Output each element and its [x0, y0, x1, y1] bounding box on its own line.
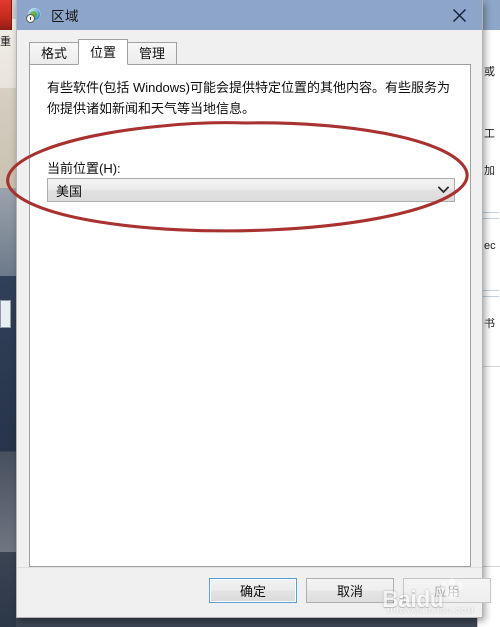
- location-description: 有些软件(包括 Windows)可能会提供特定位置的其他内容。有些服务为你提供诸…: [47, 80, 451, 116]
- background-left-glyph: 重: [0, 36, 11, 48]
- background-right-text-fragment: 书: [484, 318, 495, 330]
- dialog-footer: 确定 取消 应用: [17, 567, 491, 617]
- window-title: 区域: [51, 9, 79, 24]
- background-window-left[interactable]: 重: [0, 0, 16, 627]
- current-location-label: 当前位置(H):: [47, 161, 121, 176]
- background-left-red-accent: [0, 0, 12, 30]
- background-right-text-fragment: ec: [484, 240, 496, 252]
- tab-location[interactable]: 位置: [78, 39, 129, 65]
- close-icon[interactable]: [436, 0, 482, 30]
- background-right-text-fragment: 加: [484, 165, 495, 177]
- background-left-scroll-thumb[interactable]: [0, 300, 11, 328]
- current-location-select[interactable]: 美国: [47, 178, 455, 202]
- current-location-value: 美国: [56, 183, 83, 199]
- tab-strip: 格式 位置 管理: [29, 39, 482, 65]
- apply-button[interactable]: 应用: [403, 578, 491, 603]
- background-right-text-fragment: 或: [484, 66, 495, 78]
- tab-administrative[interactable]: 管理: [127, 42, 178, 65]
- tab-format[interactable]: 格式: [29, 42, 80, 65]
- location-tab-panel: 有些软件(包括 Windows)可能会提供特定位置的其他内容。有些服务为你提供诸…: [29, 64, 471, 567]
- cancel-button[interactable]: 取消: [306, 578, 394, 603]
- chevron-down-icon[interactable]: [432, 186, 454, 194]
- ok-button[interactable]: 确定: [209, 578, 297, 603]
- titlebar[interactable]: 区域: [17, 0, 482, 30]
- background-right-text-fragment: 工: [484, 128, 495, 140]
- region-dialog: 区域 格式 位置 管理 有些软件(包括 Windows)可能会提供特定位置的其他…: [16, 0, 491, 618]
- region-globe-clock-icon: [26, 7, 42, 23]
